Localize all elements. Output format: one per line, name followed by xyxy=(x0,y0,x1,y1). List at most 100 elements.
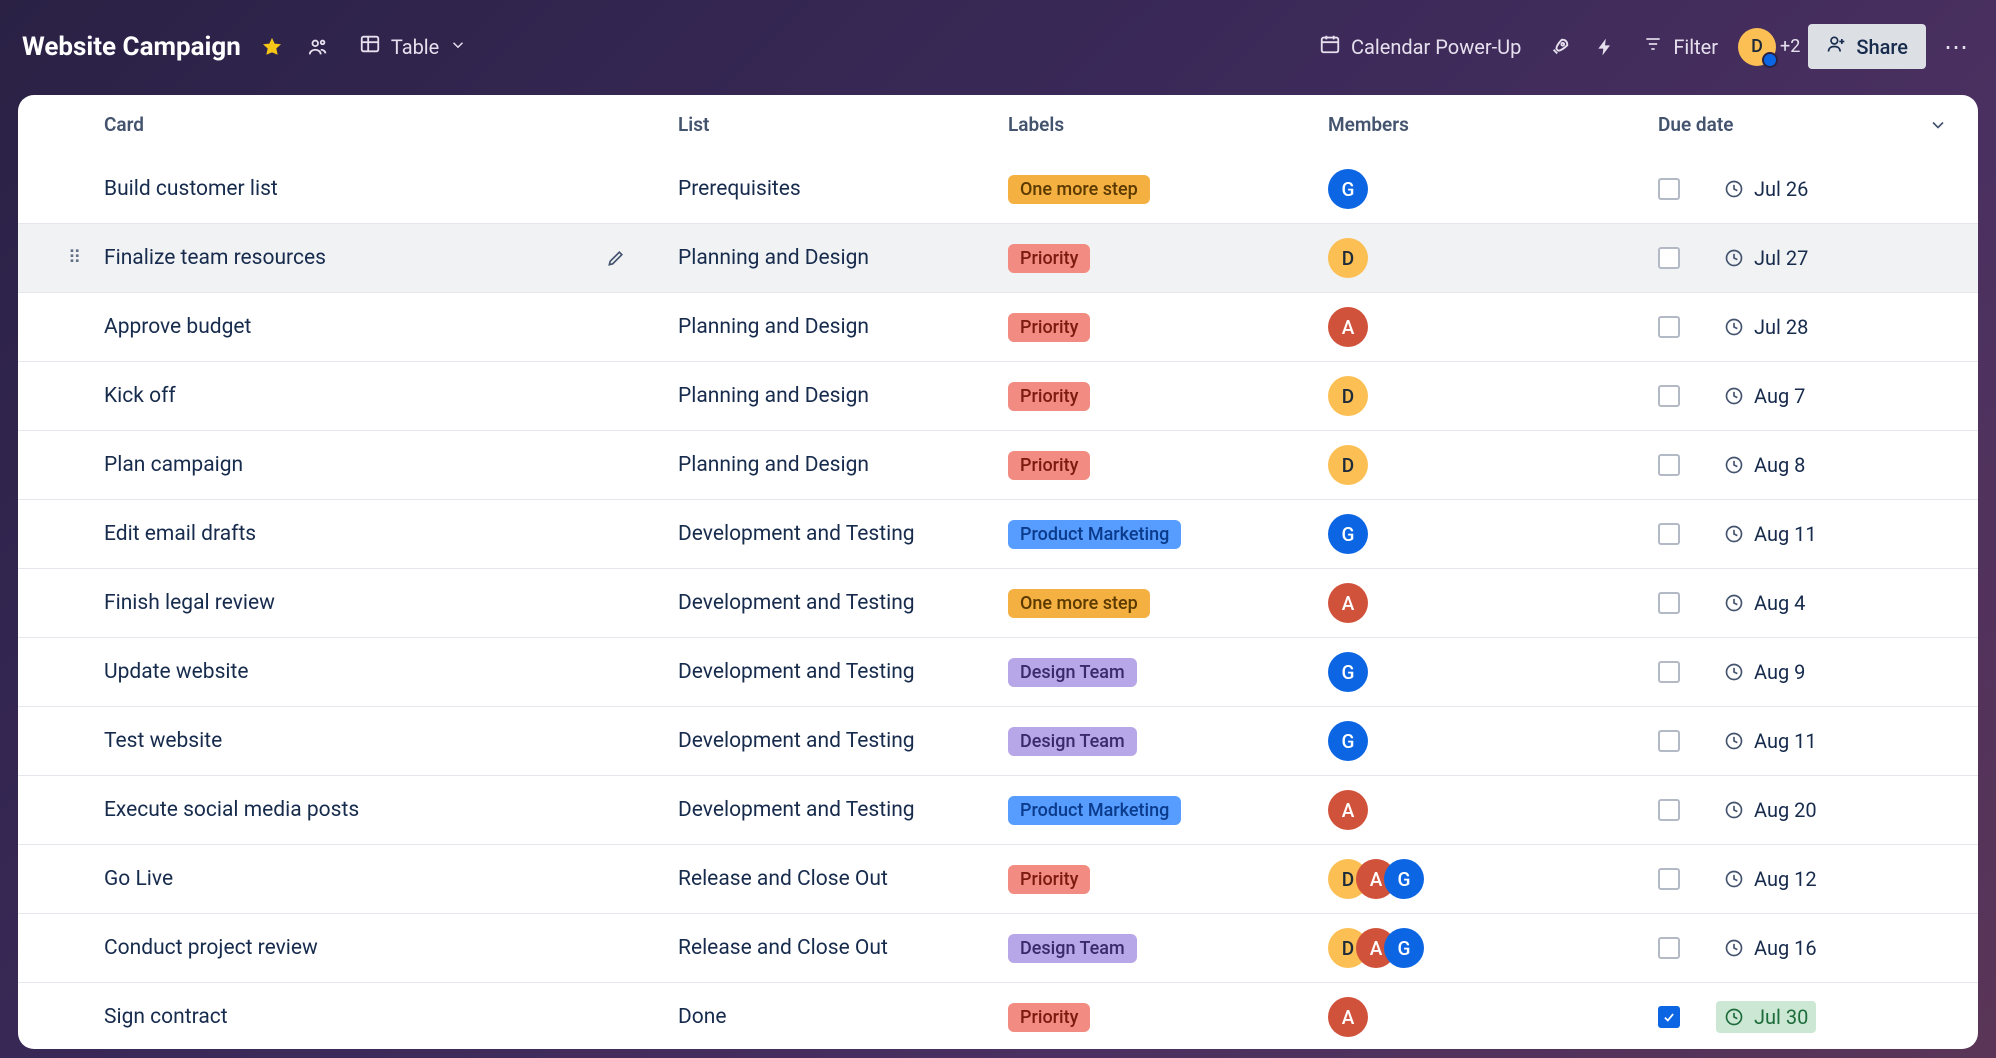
table-row[interactable]: ⠿Plan campaignPlanning and DesignPriorit… xyxy=(18,431,1978,500)
rocket-icon[interactable] xyxy=(1541,28,1579,66)
label-chip[interactable]: Priority xyxy=(1008,382,1090,411)
calendar-powerup-button[interactable]: Calendar Power-Up xyxy=(1307,25,1533,68)
due-cell[interactable]: Jul 28 xyxy=(1658,293,1978,362)
card-cell[interactable]: ⠿Build customer list xyxy=(18,155,678,224)
label-chip[interactable]: One more step xyxy=(1008,175,1150,204)
label-chip[interactable]: Priority xyxy=(1008,451,1090,480)
table-row[interactable]: ⠿Finalize team resourcesPlanning and Des… xyxy=(18,224,1978,293)
label-chip[interactable]: Product Marketing xyxy=(1008,796,1181,825)
edit-icon[interactable] xyxy=(606,248,626,268)
due-cell[interactable]: Aug 4 xyxy=(1658,569,1978,638)
due-cell[interactable]: Jul 30 xyxy=(1658,983,1978,1050)
automation-icon[interactable] xyxy=(1587,29,1623,65)
table-row[interactable]: ⠿Sign contractDonePriorityAJul 30 xyxy=(18,983,1978,1050)
list-cell[interactable]: Planning and Design xyxy=(678,362,1008,431)
avatar[interactable]: G xyxy=(1328,169,1368,209)
labels-cell[interactable]: Design Team xyxy=(1008,914,1328,983)
due-date-badge[interactable]: Aug 20 xyxy=(1716,794,1825,826)
due-cell[interactable]: Aug 11 xyxy=(1658,707,1978,776)
due-checkbox[interactable] xyxy=(1658,868,1680,890)
labels-cell[interactable]: One more step xyxy=(1008,569,1328,638)
label-chip[interactable]: Design Team xyxy=(1008,934,1137,963)
labels-cell[interactable]: Design Team xyxy=(1008,638,1328,707)
labels-cell[interactable]: Priority xyxy=(1008,224,1328,293)
column-header-members[interactable]: Members xyxy=(1328,95,1658,155)
list-cell[interactable]: Development and Testing xyxy=(678,569,1008,638)
due-checkbox[interactable] xyxy=(1658,661,1680,683)
table-row[interactable]: ⠿Update websiteDevelopment and TestingDe… xyxy=(18,638,1978,707)
members-cell[interactable]: D xyxy=(1328,224,1658,293)
list-cell[interactable]: Release and Close Out xyxy=(678,914,1008,983)
labels-cell[interactable]: One more step xyxy=(1008,155,1328,224)
card-cell[interactable]: ⠿Conduct project review xyxy=(18,914,678,983)
table-row[interactable]: ⠿Approve budgetPlanning and DesignPriori… xyxy=(18,293,1978,362)
avatar[interactable]: A xyxy=(1328,997,1368,1037)
avatar[interactable]: A xyxy=(1328,307,1368,347)
view-switcher[interactable]: Table xyxy=(345,25,481,68)
due-checkbox[interactable] xyxy=(1658,730,1680,752)
card-cell[interactable]: ⠿Approve budget xyxy=(18,293,678,362)
card-cell[interactable]: ⠿Test website xyxy=(18,707,678,776)
column-header-due[interactable]: Due date xyxy=(1658,95,1978,155)
label-chip[interactable]: Design Team xyxy=(1008,727,1137,756)
label-chip[interactable]: Priority xyxy=(1008,244,1090,273)
card-cell[interactable]: ⠿Plan campaign xyxy=(18,431,678,500)
avatar[interactable]: G xyxy=(1328,652,1368,692)
due-checkbox[interactable] xyxy=(1658,316,1680,338)
due-date-badge[interactable]: Jul 28 xyxy=(1716,311,1816,343)
due-cell[interactable]: Jul 26 xyxy=(1658,155,1978,224)
members-cell[interactable]: D xyxy=(1328,362,1658,431)
avatar[interactable]: D xyxy=(1328,445,1368,485)
table-row[interactable]: ⠿Finish legal reviewDevelopment and Test… xyxy=(18,569,1978,638)
avatar[interactable]: D xyxy=(1328,238,1368,278)
list-cell[interactable]: Development and Testing xyxy=(678,707,1008,776)
card-cell[interactable]: ⠿Finalize team resources xyxy=(18,224,678,293)
list-cell[interactable]: Planning and Design xyxy=(678,224,1008,293)
card-cell[interactable]: ⠿Update website xyxy=(18,638,678,707)
members-cell[interactable]: A xyxy=(1328,293,1658,362)
avatar[interactable]: A xyxy=(1328,583,1368,623)
due-checkbox[interactable] xyxy=(1658,592,1680,614)
card-cell[interactable]: ⠿Execute social media posts xyxy=(18,776,678,845)
star-icon[interactable] xyxy=(253,28,291,66)
card-cell[interactable]: ⠿Edit email drafts xyxy=(18,500,678,569)
labels-cell[interactable]: Design Team xyxy=(1008,707,1328,776)
members-cell[interactable]: A xyxy=(1328,569,1658,638)
drag-handle-icon[interactable]: ⠿ xyxy=(68,248,81,269)
labels-cell[interactable]: Priority xyxy=(1008,845,1328,914)
table-row[interactable]: ⠿Edit email draftsDevelopment and Testin… xyxy=(18,500,1978,569)
label-chip[interactable]: Priority xyxy=(1008,313,1090,342)
label-chip[interactable]: Design Team xyxy=(1008,658,1137,687)
due-checkbox[interactable] xyxy=(1658,937,1680,959)
list-cell[interactable]: Planning and Design xyxy=(678,431,1008,500)
list-cell[interactable]: Development and Testing xyxy=(678,500,1008,569)
members-cell[interactable]: D xyxy=(1328,431,1658,500)
table-row[interactable]: ⠿Conduct project reviewRelease and Close… xyxy=(18,914,1978,983)
labels-cell[interactable]: Priority xyxy=(1008,431,1328,500)
labels-cell[interactable]: Priority xyxy=(1008,983,1328,1050)
due-date-badge[interactable]: Aug 9 xyxy=(1716,656,1813,688)
avatar[interactable]: G xyxy=(1384,859,1424,899)
due-cell[interactable]: Aug 7 xyxy=(1658,362,1978,431)
board-members[interactable]: D +2 xyxy=(1738,28,1800,66)
due-date-badge[interactable]: Aug 11 xyxy=(1716,518,1825,550)
column-header-labels[interactable]: Labels xyxy=(1008,95,1328,155)
label-chip[interactable]: Priority xyxy=(1008,865,1090,894)
more-menu-icon[interactable]: ⋯ xyxy=(1934,33,1978,61)
list-cell[interactable]: Development and Testing xyxy=(678,776,1008,845)
due-cell[interactable]: Aug 20 xyxy=(1658,776,1978,845)
card-cell[interactable]: ⠿Kick off xyxy=(18,362,678,431)
table-row[interactable]: ⠿Kick offPlanning and DesignPriority DAug… xyxy=(18,362,1978,431)
list-cell[interactable]: Prerequisites xyxy=(678,155,1008,224)
table-row[interactable]: ⠿Execute social media postsDevelopment a… xyxy=(18,776,1978,845)
card-cell[interactable]: ⠿Go Live xyxy=(18,845,678,914)
table-row[interactable]: ⠿Build customer listPrerequisitesOne mor… xyxy=(18,155,1978,224)
filter-button[interactable]: Filter xyxy=(1631,26,1730,67)
labels-cell[interactable]: Priority xyxy=(1008,362,1328,431)
members-cell[interactable]: DAG xyxy=(1328,914,1658,983)
due-date-badge[interactable]: Aug 11 xyxy=(1716,725,1825,757)
members-cell[interactable]: G xyxy=(1328,500,1658,569)
due-date-badge[interactable]: Aug 12 xyxy=(1716,863,1825,895)
due-cell[interactable]: Aug 16 xyxy=(1658,914,1978,983)
list-cell[interactable]: Release and Close Out xyxy=(678,845,1008,914)
